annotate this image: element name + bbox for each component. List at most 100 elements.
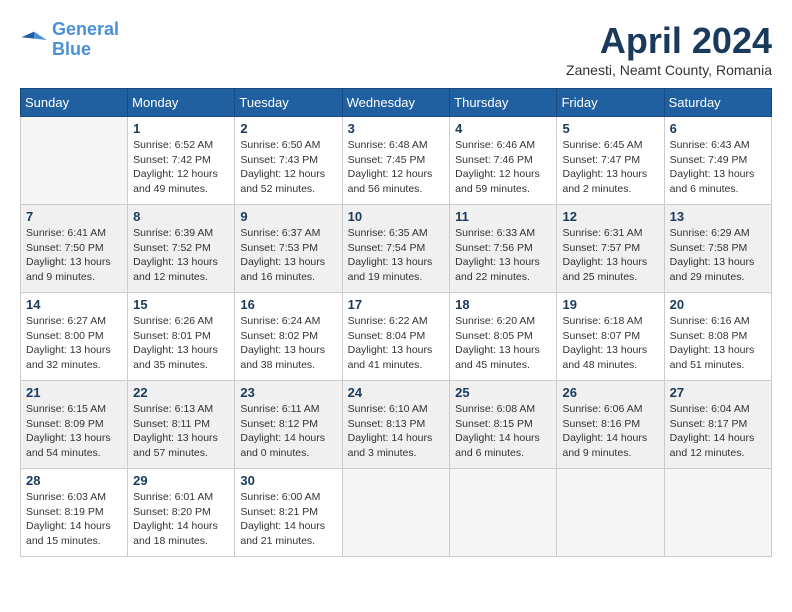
day-number: 4 <box>455 121 551 136</box>
calendar-cell: 8Sunrise: 6:39 AMSunset: 7:52 PMDaylight… <box>128 205 235 293</box>
day-info: Sunrise: 6:37 AMSunset: 7:53 PMDaylight:… <box>240 226 336 285</box>
calendar-cell: 7 Sunrise: 6:41 AMSunset: 7:50 PMDaylight… <box>21 205 128 293</box>
calendar-cell: 6 Sunrise: 6:43 AMSunset: 7:49 PMDaylight… <box>664 117 771 205</box>
header-monday: Monday <box>128 89 235 117</box>
day-number: 10 <box>348 209 445 224</box>
month-title: April 2024 <box>566 20 772 62</box>
logo: General Blue <box>20 20 119 60</box>
day-number: 5 <box>562 121 658 136</box>
calendar-cell: 20 Sunrise: 6:16 AMSunset: 8:08 PMDayligh… <box>664 293 771 381</box>
day-info: Sunrise: 6:10 AMSunset: 8:13 PMDaylight:… <box>348 402 445 461</box>
day-info: Sunrise: 6:24 AMSunset: 8:02 PMDaylight:… <box>240 314 336 373</box>
calendar-cell: 22 Sunrise: 6:13 AMSunset: 8:11 PMDayligh… <box>128 381 235 469</box>
calendar-cell: 11Sunrise: 6:33 AMSunset: 7:56 PMDayligh… <box>450 205 557 293</box>
day-info: Sunrise: 6:43 AMSunset: 7:49 PMDaylight:… <box>670 138 766 197</box>
calendar-cell: 2Sunrise: 6:50 AMSunset: 7:43 PMDaylight… <box>235 117 342 205</box>
day-number: 24 <box>348 385 445 400</box>
location-subtitle: Zanesti, Neamt County, Romania <box>566 62 772 78</box>
day-info: Sunrise: 6:46 AMSunset: 7:46 PMDaylight:… <box>455 138 551 197</box>
calendar-cell: 27Sunrise: 6:04 AMSunset: 8:17 PMDayligh… <box>664 381 771 469</box>
calendar-cell: 21 Sunrise: 6:15 AMSunset: 8:09 PMDayligh… <box>21 381 128 469</box>
logo-text: General Blue <box>52 20 119 60</box>
calendar-cell: 4 Sunrise: 6:46 AMSunset: 7:46 PMDaylight… <box>450 117 557 205</box>
day-info: Sunrise: 6:26 AMSunset: 8:01 PMDaylight:… <box>133 314 229 373</box>
day-info: Sunrise: 6:16 AMSunset: 8:08 PMDaylight:… <box>670 314 766 373</box>
calendar-week-row: 14 Sunrise: 6:27 AMSunset: 8:00 PMDayligh… <box>21 293 772 381</box>
day-number: 20 <box>670 297 766 312</box>
header-wednesday: Wednesday <box>342 89 450 117</box>
day-number: 28 <box>26 473 122 488</box>
day-info: Sunrise: 6:41 AMSunset: 7:50 PMDaylight:… <box>26 226 122 285</box>
day-number: 9 <box>240 209 336 224</box>
day-info: Sunrise: 6:15 AMSunset: 8:09 PMDaylight:… <box>26 402 122 461</box>
calendar-cell <box>450 469 557 557</box>
calendar-cell: 13Sunrise: 6:29 AMSunset: 7:58 PMDayligh… <box>664 205 771 293</box>
calendar-cell: 29 Sunrise: 6:01 AMSunset: 8:20 PMDayligh… <box>128 469 235 557</box>
day-number: 25 <box>455 385 551 400</box>
calendar-cell: 24 Sunrise: 6:10 AMSunset: 8:13 PMDayligh… <box>342 381 450 469</box>
day-info: Sunrise: 6:31 AMSunset: 7:57 PMDaylight:… <box>562 226 658 285</box>
calendar-header-row: SundayMondayTuesdayWednesdayThursdayFrid… <box>21 89 772 117</box>
day-number: 22 <box>133 385 229 400</box>
day-number: 17 <box>348 297 445 312</box>
day-info: Sunrise: 6:35 AMSunset: 7:54 PMDaylight:… <box>348 226 445 285</box>
calendar-table: SundayMondayTuesdayWednesdayThursdayFrid… <box>20 88 772 557</box>
calendar-week-row: 28 Sunrise: 6:03 AMSunset: 8:19 PMDayligh… <box>21 469 772 557</box>
day-info: Sunrise: 6:22 AMSunset: 8:04 PMDaylight:… <box>348 314 445 373</box>
day-number: 6 <box>670 121 766 136</box>
calendar-cell: 23 Sunrise: 6:11 AMSunset: 8:12 PMDayligh… <box>235 381 342 469</box>
day-info: Sunrise: 6:01 AMSunset: 8:20 PMDaylight:… <box>133 490 229 549</box>
title-block: April 2024 Zanesti, Neamt County, Romani… <box>566 20 772 78</box>
day-info: Sunrise: 6:13 AMSunset: 8:11 PMDaylight:… <box>133 402 229 461</box>
calendar-cell: 1Sunrise: 6:52 AMSunset: 7:42 PMDaylight… <box>128 117 235 205</box>
header-saturday: Saturday <box>664 89 771 117</box>
day-number: 1 <box>133 121 229 136</box>
calendar-cell: 5 Sunrise: 6:45 AMSunset: 7:47 PMDaylight… <box>557 117 664 205</box>
day-info: Sunrise: 6:06 AMSunset: 8:16 PMDaylight:… <box>562 402 658 461</box>
day-number: 30 <box>240 473 336 488</box>
day-number: 29 <box>133 473 229 488</box>
header-thursday: Thursday <box>450 89 557 117</box>
day-number: 7 <box>26 209 122 224</box>
day-number: 3 <box>348 121 445 136</box>
calendar-week-row: 1Sunrise: 6:52 AMSunset: 7:42 PMDaylight… <box>21 117 772 205</box>
calendar-cell: 12Sunrise: 6:31 AMSunset: 7:57 PMDayligh… <box>557 205 664 293</box>
day-number: 23 <box>240 385 336 400</box>
day-number: 26 <box>562 385 658 400</box>
logo-icon <box>20 26 48 54</box>
calendar-cell: 16 Sunrise: 6:24 AMSunset: 8:02 PMDayligh… <box>235 293 342 381</box>
day-number: 2 <box>240 121 336 136</box>
day-info: Sunrise: 6:27 AMSunset: 8:00 PMDaylight:… <box>26 314 122 373</box>
calendar-cell: 10 Sunrise: 6:35 AMSunset: 7:54 PMDayligh… <box>342 205 450 293</box>
day-info: Sunrise: 6:03 AMSunset: 8:19 PMDaylight:… <box>26 490 122 549</box>
calendar-cell: 14 Sunrise: 6:27 AMSunset: 8:00 PMDayligh… <box>21 293 128 381</box>
day-number: 16 <box>240 297 336 312</box>
header-sunday: Sunday <box>21 89 128 117</box>
calendar-cell: 25Sunrise: 6:08 AMSunset: 8:15 PMDayligh… <box>450 381 557 469</box>
day-info: Sunrise: 6:45 AMSunset: 7:47 PMDaylight:… <box>562 138 658 197</box>
calendar-week-row: 21 Sunrise: 6:15 AMSunset: 8:09 PMDayligh… <box>21 381 772 469</box>
calendar-cell <box>342 469 450 557</box>
calendar-cell: 15Sunrise: 6:26 AMSunset: 8:01 PMDayligh… <box>128 293 235 381</box>
calendar-cell: 19 Sunrise: 6:18 AMSunset: 8:07 PMDayligh… <box>557 293 664 381</box>
day-number: 19 <box>562 297 658 312</box>
day-number: 13 <box>670 209 766 224</box>
calendar-cell: 30 Sunrise: 6:00 AMSunset: 8:21 PMDayligh… <box>235 469 342 557</box>
calendar-week-row: 7 Sunrise: 6:41 AMSunset: 7:50 PMDaylight… <box>21 205 772 293</box>
calendar-cell: 18Sunrise: 6:20 AMSunset: 8:05 PMDayligh… <box>450 293 557 381</box>
day-number: 11 <box>455 209 551 224</box>
day-info: Sunrise: 6:48 AMSunset: 7:45 PMDaylight:… <box>348 138 445 197</box>
day-info: Sunrise: 6:11 AMSunset: 8:12 PMDaylight:… <box>240 402 336 461</box>
day-number: 14 <box>26 297 122 312</box>
day-info: Sunrise: 6:18 AMSunset: 8:07 PMDaylight:… <box>562 314 658 373</box>
day-info: Sunrise: 6:00 AMSunset: 8:21 PMDaylight:… <box>240 490 336 549</box>
day-number: 8 <box>133 209 229 224</box>
calendar-cell <box>664 469 771 557</box>
header-tuesday: Tuesday <box>235 89 342 117</box>
day-info: Sunrise: 6:20 AMSunset: 8:05 PMDaylight:… <box>455 314 551 373</box>
calendar-cell: 17 Sunrise: 6:22 AMSunset: 8:04 PMDayligh… <box>342 293 450 381</box>
calendar-cell <box>557 469 664 557</box>
day-number: 21 <box>26 385 122 400</box>
header-friday: Friday <box>557 89 664 117</box>
calendar-cell: 3 Sunrise: 6:48 AMSunset: 7:45 PMDaylight… <box>342 117 450 205</box>
